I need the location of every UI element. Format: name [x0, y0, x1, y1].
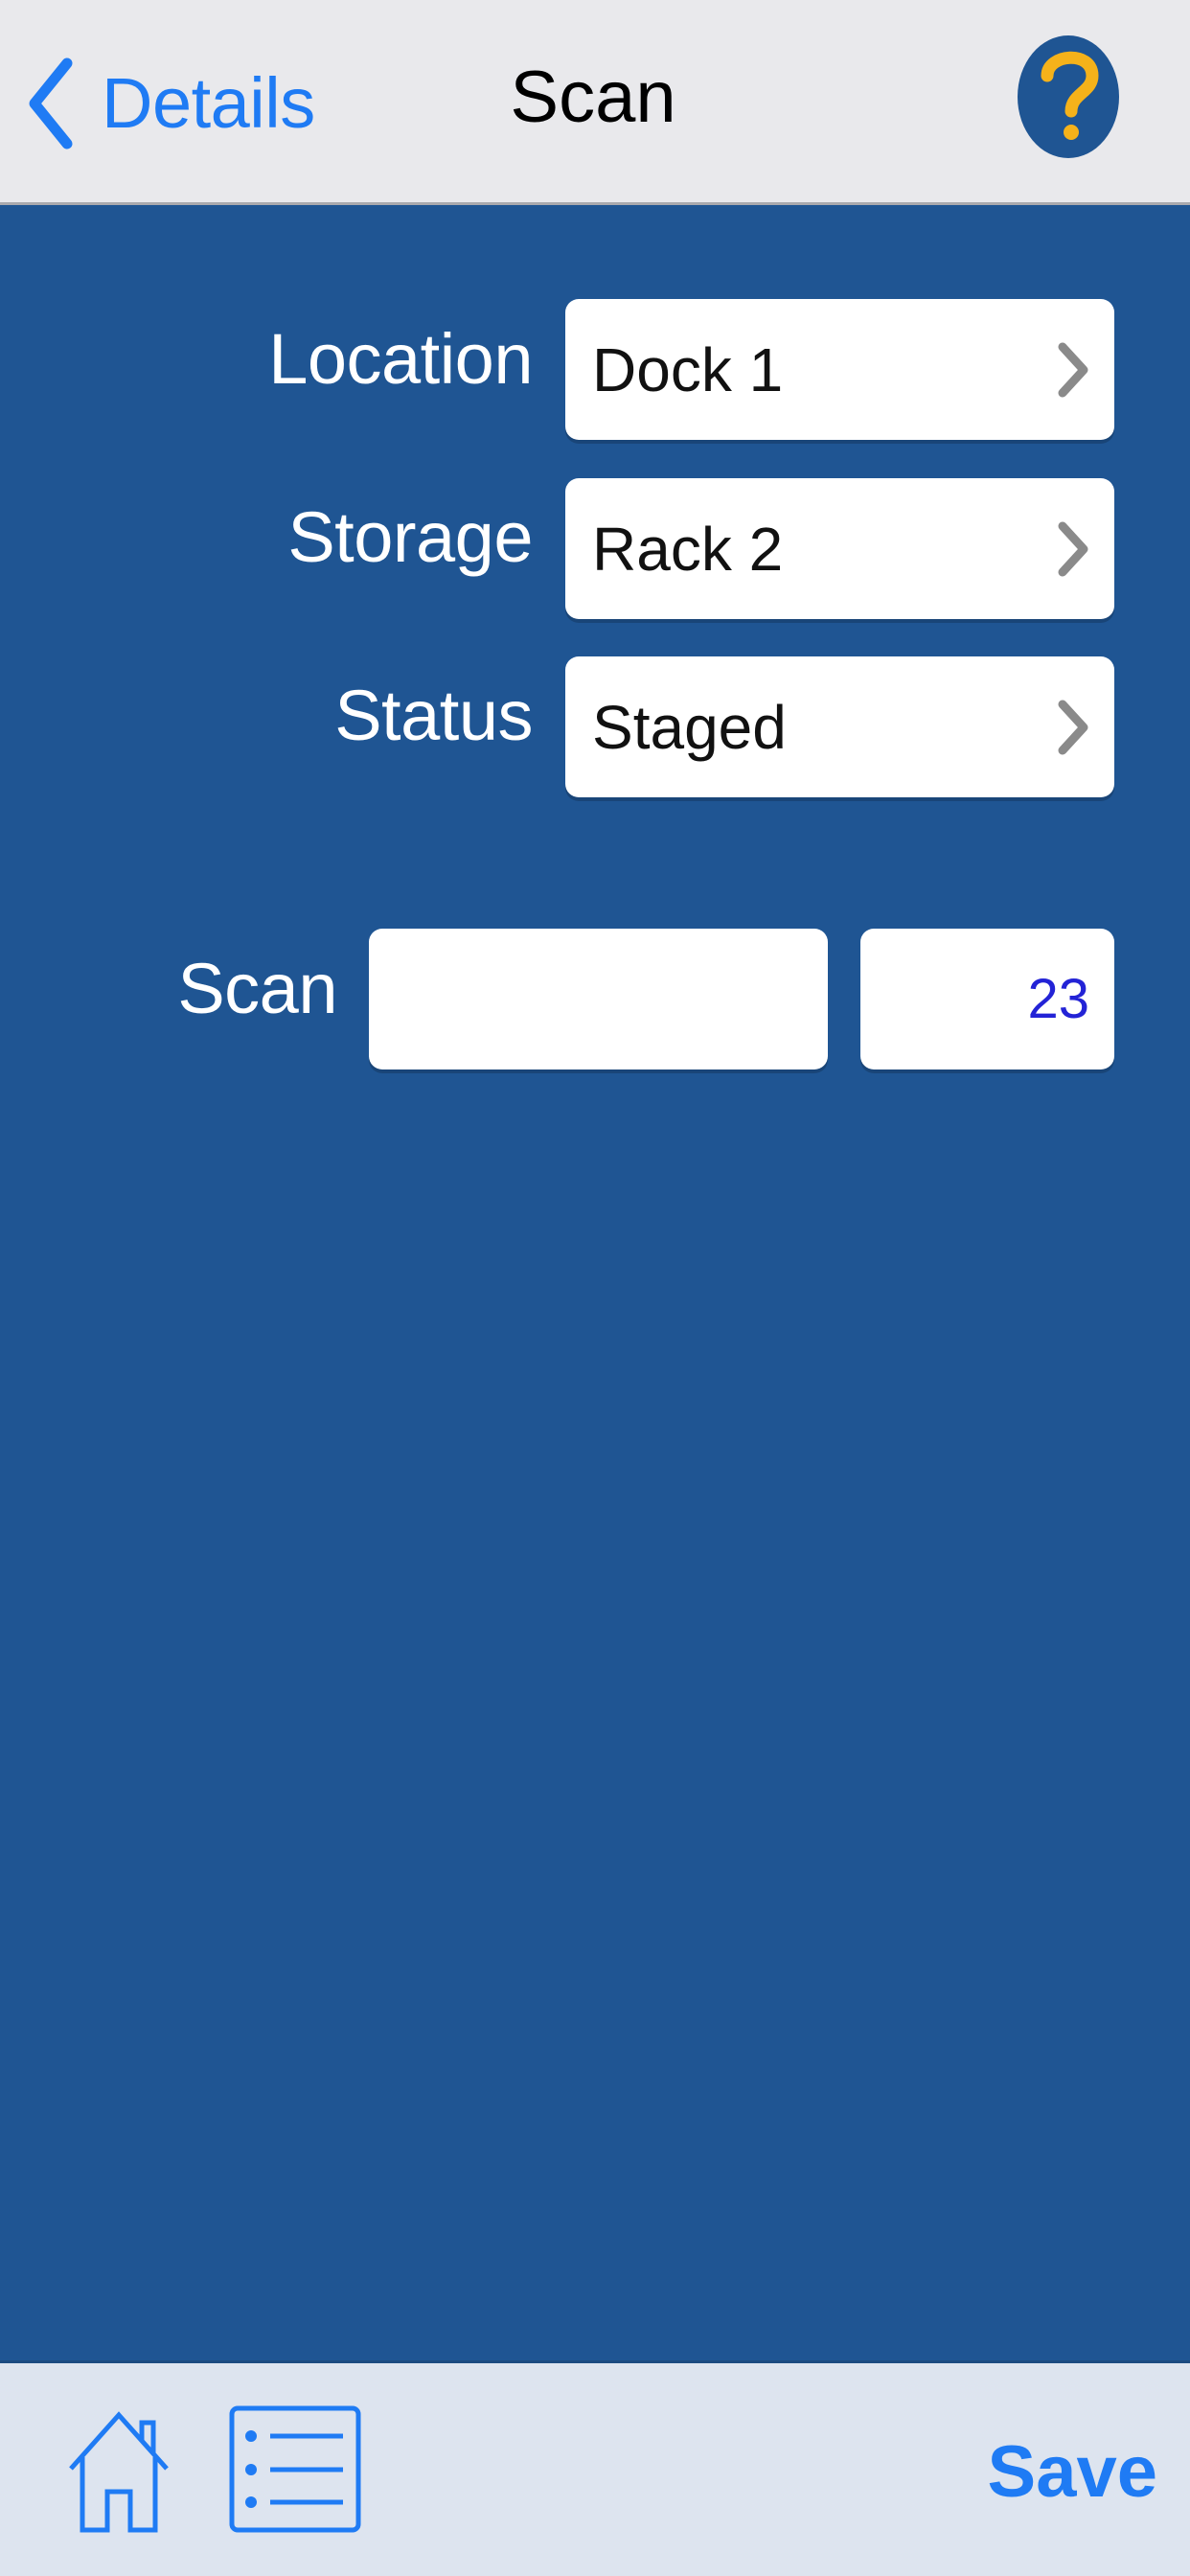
save-button[interactable]: Save	[988, 2430, 1158, 2514]
status-value: Staged	[592, 692, 787, 762]
scan-count-value: 23	[1027, 968, 1089, 1030]
navigation-bar: Details Scan	[0, 0, 1190, 205]
scan-count-field[interactable]: 23	[860, 929, 1114, 1070]
storage-label: Storage	[287, 497, 533, 577]
scan-input[interactable]	[369, 929, 828, 1070]
status-picker[interactable]: Staged	[565, 656, 1114, 797]
help-icon[interactable]	[1016, 33, 1121, 161]
chevron-right-icon	[1058, 700, 1088, 754]
page-title-text: Scan	[510, 57, 676, 138]
status-label: Status	[334, 676, 533, 755]
scan-label: Scan	[177, 949, 337, 1028]
location-picker[interactable]: Dock 1	[565, 299, 1114, 440]
chevron-right-icon	[1058, 342, 1088, 397]
chevron-right-icon	[1058, 521, 1088, 576]
location-label: Location	[268, 319, 533, 399]
list-icon[interactable]	[228, 2404, 362, 2534]
storage-value: Rack 2	[592, 514, 784, 584]
home-icon[interactable]	[65, 2405, 172, 2540]
storage-picker[interactable]: Rack 2	[565, 478, 1114, 619]
location-value: Dock 1	[592, 334, 784, 404]
bottom-toolbar: Save	[0, 2360, 1190, 2576]
page-title: Scan	[0, 56, 1190, 139]
